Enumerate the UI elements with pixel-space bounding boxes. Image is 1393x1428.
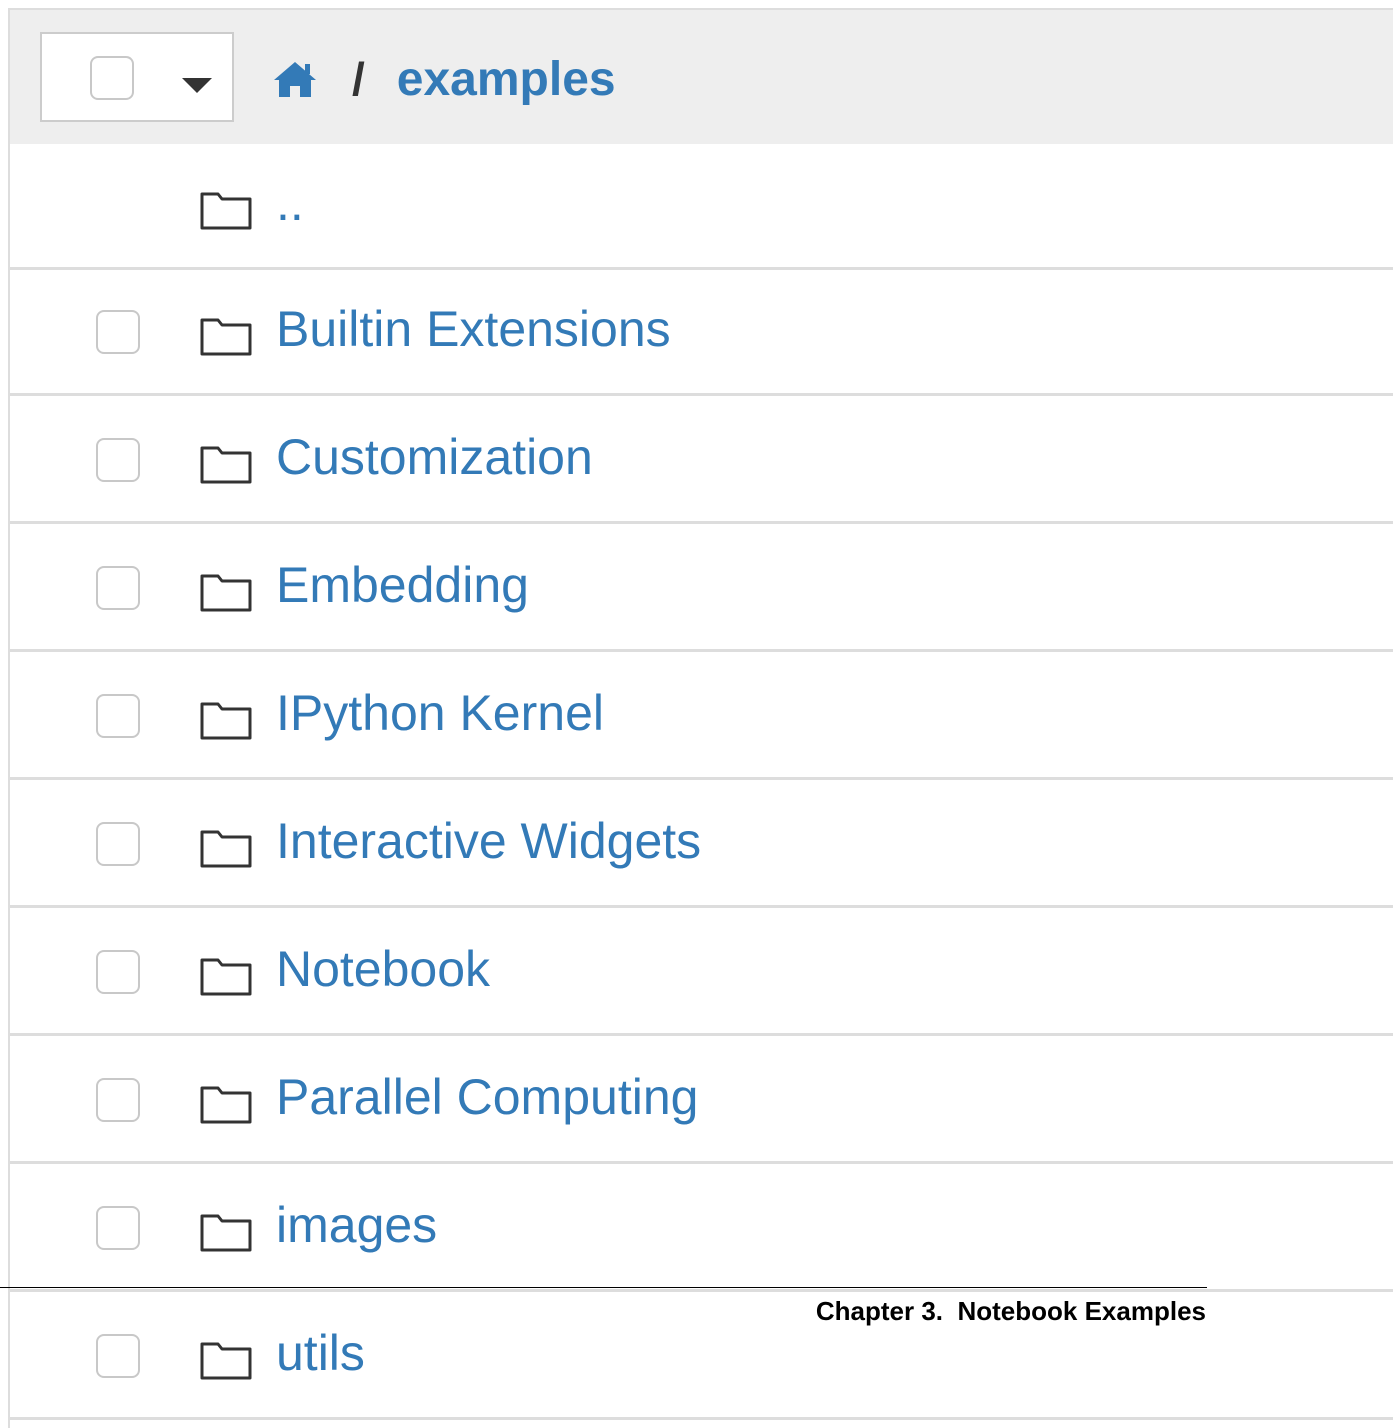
folder-icon	[200, 192, 252, 230]
home-icon[interactable]	[272, 59, 318, 99]
list-item[interactable]: Notebook	[10, 910, 1393, 1036]
caret-down-icon[interactable]	[182, 78, 212, 93]
folder-link[interactable]: Customization	[276, 428, 593, 486]
row-checkbox[interactable]	[96, 950, 140, 994]
breadcrumb-current[interactable]: examples	[397, 52, 616, 107]
page-footer: Chapter 3. Notebook Examples	[815, 1296, 1206, 1326]
folder-icon	[200, 446, 252, 484]
list-item[interactable]: Builtin Extensions	[10, 270, 1393, 396]
row-checkbox[interactable]	[96, 1206, 140, 1250]
folder-link[interactable]: Interactive Widgets	[276, 812, 701, 870]
folder-icon	[200, 1086, 252, 1124]
folder-link[interactable]: IPython Kernel	[276, 684, 604, 742]
breadcrumb-separator: /	[352, 53, 365, 105]
select-all-dropdown[interactable]	[40, 32, 234, 122]
page-footer-rule	[0, 1287, 1207, 1288]
list-item[interactable]: IPython Kernel	[10, 654, 1393, 780]
list-item[interactable]: Customization	[10, 398, 1393, 524]
row-checkbox[interactable]	[96, 1078, 140, 1122]
row-checkbox[interactable]	[96, 822, 140, 866]
file-browser-panel: / examples .. Builtin Extensions Customiz…	[8, 8, 1393, 1428]
row-checkbox[interactable]	[96, 694, 140, 738]
folder-link[interactable]: Embedding	[276, 556, 529, 614]
list-item[interactable]: Embedding	[10, 526, 1393, 652]
folder-icon	[200, 830, 252, 868]
folder-link[interactable]: Parallel Computing	[276, 1068, 698, 1126]
folder-icon	[200, 318, 252, 356]
parent-directory-row[interactable]: ..	[10, 144, 1393, 270]
folder-icon	[200, 958, 252, 996]
row-checkbox[interactable]	[96, 310, 140, 354]
folder-link[interactable]: utils	[276, 1324, 365, 1382]
row-checkbox[interactable]	[96, 438, 140, 482]
folder-link[interactable]: images	[276, 1196, 437, 1254]
breadcrumb: / examples	[272, 44, 616, 114]
folder-link[interactable]: Notebook	[276, 940, 490, 998]
folder-icon	[200, 574, 252, 612]
parent-directory-link[interactable]: ..	[276, 174, 304, 232]
row-checkbox[interactable]	[96, 566, 140, 610]
row-checkbox[interactable]	[96, 1334, 140, 1378]
folder-icon	[200, 702, 252, 740]
folder-icon	[200, 1214, 252, 1252]
list-item[interactable]: images	[10, 1166, 1393, 1292]
folder-link[interactable]: Builtin Extensions	[276, 300, 671, 358]
list-item[interactable]: Parallel Computing	[10, 1038, 1393, 1164]
select-all-checkbox[interactable]	[90, 56, 134, 100]
list-item[interactable]: Interactive Widgets	[10, 782, 1393, 908]
file-list-header: / examples	[10, 10, 1393, 147]
folder-icon	[200, 1342, 252, 1380]
